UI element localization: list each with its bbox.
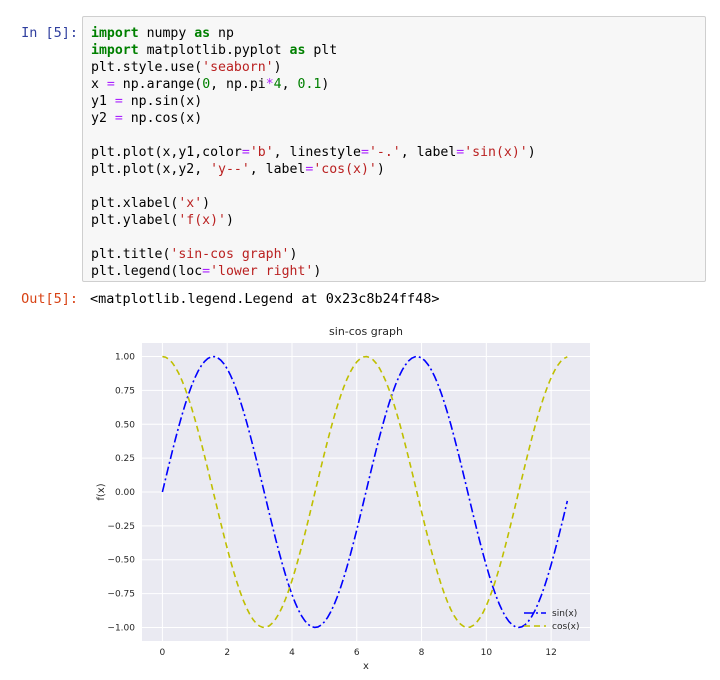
code-token: plt.legend(loc [91,264,203,279]
y-tick-label: −0.50 [107,556,135,566]
input-prompt: In [5]: [21,25,78,41]
y-tick-label: −0.75 [107,590,135,600]
code-token: numpy [138,26,195,41]
code-token: ) [313,264,322,279]
y-tick-label: −0.25 [107,522,135,532]
chart-title: sin-cos graph [329,325,403,338]
code-token: , label [249,162,306,177]
sin-cos-chart: 0 2 4 6 8 10 12 1.00 0.75 0.50 0.25 0.00 −0.25 −0.50 −… [96,325,590,672]
code-token: 'sin(x)' [464,145,528,160]
code-token: 'sin-cos graph' [170,247,290,262]
code-token: plt [305,43,338,58]
code-token: ) [376,162,385,177]
y-tick-label: −1.00 [107,623,135,633]
x-tick-label: 0 [160,648,166,658]
code-token: matplotlib.pyplot [138,43,290,58]
code-token: = [114,111,123,126]
code-token: 'y--' [210,162,250,177]
code-token: plt.plot(x,y1,color [91,145,242,160]
x-tick-label: 6 [354,648,360,658]
output-repr-text: <matplotlib.legend.Legend at 0x23c8b24ff… [90,291,440,307]
code-token: as [289,43,306,58]
code-line: plt.legend(loc='lower right') [91,263,536,280]
x-tick-label: 4 [289,648,295,658]
code-token: np.cos(x) [122,111,203,126]
code-line: y2 = np.cos(x) [91,110,536,127]
code-token: * [265,77,274,92]
code-line: x = np.arange(0, np.pi*4, 0.1) [91,76,536,93]
code-token: y1 [91,94,115,109]
code-token: 0.1 [297,77,322,92]
legend-label: cos(x) [552,622,580,632]
code-token: plt.plot(x,y2, [91,162,211,177]
code-token: plt.ylabel( [91,213,179,228]
code-token: 'seaborn' [202,60,274,75]
code-token: = [106,77,115,92]
y-tick-label: 1.00 [115,353,135,363]
y-axis-label: f(x) [96,483,107,500]
code-line: import numpy as np [91,25,536,42]
x-axis-label: x [363,661,369,672]
code-token: 'cos(x)' [313,162,377,177]
code-token: 'x' [178,196,203,211]
code-token: , linestyle [273,145,361,160]
y-tick-label: 0.25 [115,454,135,464]
code-token: ) [289,247,298,262]
code-token: np.arange( [114,77,203,92]
code-token: 'f(x)' [178,213,226,228]
code-token: y2 [91,111,115,126]
code-token: ) [527,145,536,160]
code-token: plt.title( [91,247,171,262]
code-token: = [202,264,211,279]
y-tick-label: 0.50 [115,420,135,430]
y-tick-label: 0.00 [115,488,135,498]
code-cell-input[interactable]: import numpy as np import matplotlib.pypl… [82,16,706,282]
x-tick-label: 10 [481,648,493,658]
code-line: import matplotlib.pyplot as plt [91,42,536,59]
code-token: 'b' [249,145,274,160]
code-token: np [210,26,234,41]
code-token: ) [225,213,234,228]
code-line: plt.style.use('seaborn') [91,59,536,76]
code-token: = [241,145,250,160]
code-token: ) [321,77,330,92]
x-tick-label: 8 [419,648,425,658]
code-token: as [194,26,211,41]
code-line: plt.plot(x,y2, 'y--', label='cos(x)') [91,161,536,178]
code-token: , [281,77,298,92]
legend-label: sin(x) [552,609,577,619]
code-line: plt.xlabel('x') [91,195,536,212]
code-token: 4 [273,77,282,92]
code-token: , np.pi [210,77,266,92]
code-line: y1 = np.sin(x) [91,93,536,110]
code-line: plt.ylabel('f(x)') [91,212,536,229]
y-tick-label: 0.75 [115,386,135,396]
code-token: = [360,145,369,160]
code-line: plt.title('sin-cos graph') [91,246,536,263]
x-tick-label: 2 [224,648,230,658]
code-token: ) [273,60,282,75]
code-token: 'lower right' [210,264,314,279]
code-token: np.sin(x) [122,94,203,109]
code-token: plt.xlabel( [91,196,179,211]
code-token: plt.style.use( [91,60,203,75]
code-token: import [91,26,139,41]
x-tick-label: 12 [545,648,556,658]
code-token: import [91,43,139,58]
code-token: x [91,77,107,92]
code-token: , label [400,145,457,160]
code-token: '-.' [368,145,401,160]
code-editor[interactable]: import numpy as np import matplotlib.pypl… [91,25,536,280]
code-token: 0 [202,77,211,92]
code-token: ) [202,196,211,211]
code-token: = [114,94,123,109]
output-prompt: Out[5]: [21,291,78,307]
code-line: plt.plot(x,y1,color='b', linestyle='-.',… [91,144,536,161]
